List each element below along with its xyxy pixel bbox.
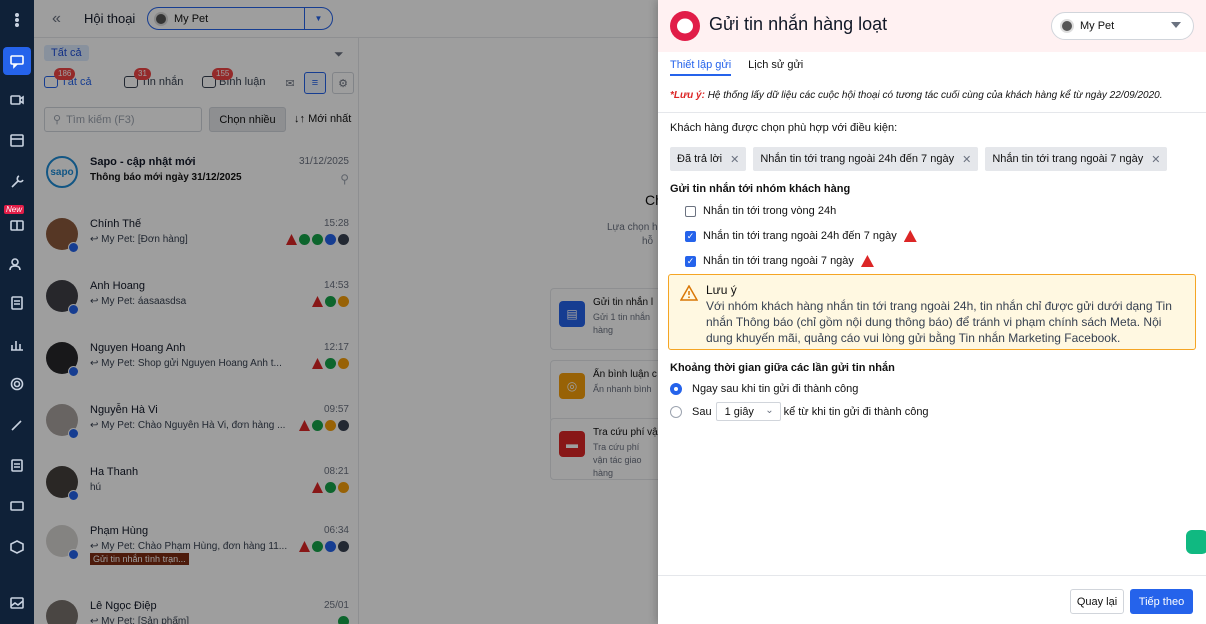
image-icon[interactable] [7,593,27,613]
bulk-message-drawer: Gửi tin nhắn hàng loạt My Pet Thiết lập … [658,0,1206,624]
back-button[interactable]: Quay lại [1070,589,1124,614]
new-tag: New [4,205,25,214]
checkbox[interactable] [685,205,696,217]
option-within-24h[interactable]: Nhắn tin tới trong vòng 24h [685,205,836,217]
modal-backdrop[interactable] [34,0,658,624]
tab-history[interactable]: Lịch sử gửi [748,59,803,76]
option-label: Nhắn tin tới trang ngoài 7 ngày [703,255,854,267]
pen-icon[interactable] [7,415,27,435]
tab-settings[interactable]: Thiết lập gửi [670,59,732,76]
option-label: Nhắn tin tới trong vòng 24h [703,205,837,217]
delay-value: 1 giây [724,405,754,418]
wrench-icon[interactable] [7,172,27,192]
chart-icon[interactable] [7,334,27,354]
menu-dots-icon[interactable] [7,10,27,30]
close-icon[interactable]: ✕ [730,153,739,166]
warning-icon [903,230,917,242]
page-select-value: My Pet [1080,20,1115,32]
data-note: *Lưu ý: Hệ thống lấy dữ liệu các cuộc hộ… [670,90,1163,101]
document-icon[interactable] [7,293,27,313]
video-icon[interactable] [7,90,27,110]
users-icon[interactable] [7,254,27,274]
checkbox-checked[interactable]: ✓ [685,255,696,267]
conditions-label: Khách hàng được chọn phù hợp với điều ki… [670,122,898,134]
option-24h-7days[interactable]: ✓ Nhắn tin tới trang ngoài 24h đến 7 ngà… [685,230,917,242]
page-avatar [1060,19,1074,33]
option-label: Nhắn tin tới trang ngoài 24h đến 7 ngày [703,230,897,242]
caret-down-icon [1171,22,1181,28]
group-label: Gửi tin nhắn tới nhóm khách hàng [670,183,851,195]
radio-label: Ngay sau khi tin gửi đi thành công [692,383,859,395]
messenger-icon [670,11,700,41]
condition-chip: Nhắn tin tới trang ngoài 7 ngày ✕ [985,147,1168,171]
chat-icon[interactable] [3,47,31,75]
gift-icon[interactable] [7,214,27,234]
option-over-7days[interactable]: ✓ Nhắn tin tới trang ngoài 7 ngày [685,255,874,267]
ticket-icon[interactable] [7,496,27,516]
box-icon[interactable] [7,537,27,557]
calendar-icon[interactable] [7,130,27,150]
alert-triangle-icon [679,284,699,304]
chip-label: Đã trả lời [677,153,723,165]
chevron-down-icon: ⌄ [765,405,774,416]
note-text: Hệ thống lấy dữ liệu các cuộc hội thoại … [707,90,1163,101]
drawer-title: Gửi tin nhắn hàng loạt [709,14,888,34]
drawer-header: Gửi tin nhắn hàng loạt My Pet [658,0,1206,52]
condition-chips: Đã trả lời ✕ Nhắn tin tới trang ngoài 24h… [670,147,1168,171]
drawer-tabs: Thiết lập gửi Lịch sử gửi [670,59,803,76]
radio-immediate[interactable]: Ngay sau khi tin gửi đi thành công [670,383,858,395]
clipboard-icon[interactable] [7,455,27,475]
interval-label: Khoảng thời gian giữa các lần gửi tin nh… [670,362,895,374]
nav-rail: New [0,0,34,624]
warning-alert: Lưu ý Với nhóm khách hàng nhắn tin tới t… [668,274,1196,350]
condition-chip: Đã trả lời ✕ [670,147,747,171]
radio-label-suffix: kể từ khi tin gửi đi thành công [783,405,929,418]
alert-body: Với nhóm khách hàng nhắn tin tới trang n… [706,299,1172,345]
radio-delay[interactable]: Sau 1 giây ⌄ kể từ khi tin gửi đi thành … [670,402,929,421]
close-icon[interactable]: ✕ [1151,153,1160,166]
close-icon[interactable]: ✕ [962,153,971,166]
chip-label: Nhắn tin tới trang ngoài 7 ngày [992,153,1144,165]
app-root: New « Hội thoại My Pet ▼ Tất cả ⏷ 186 Tấ… [0,0,1206,624]
settings-icon[interactable] [7,374,27,394]
checkbox-checked[interactable]: ✓ [685,230,696,242]
page-select[interactable]: My Pet [1051,12,1194,40]
delay-select[interactable]: 1 giây ⌄ [715,402,781,421]
chat-widget-icon[interactable] [1186,530,1206,554]
condition-chip: Nhắn tin tới trang ngoài 24h đến 7 ngày ✕ [753,147,979,171]
alert-title: Lưu ý [706,283,737,297]
chip-label: Nhắn tin tới trang ngoài 24h đến 7 ngày [760,153,955,165]
divider [658,112,1206,113]
warning-icon [860,255,874,267]
drawer-footer: Quay lại Tiếp theo [658,575,1206,624]
radio-selected[interactable] [670,383,682,395]
next-button[interactable]: Tiếp theo [1130,589,1193,614]
note-prefix: *Lưu ý: [670,90,705,101]
radio-label-prefix: Sau [692,405,712,418]
radio-unselected[interactable] [670,405,682,418]
